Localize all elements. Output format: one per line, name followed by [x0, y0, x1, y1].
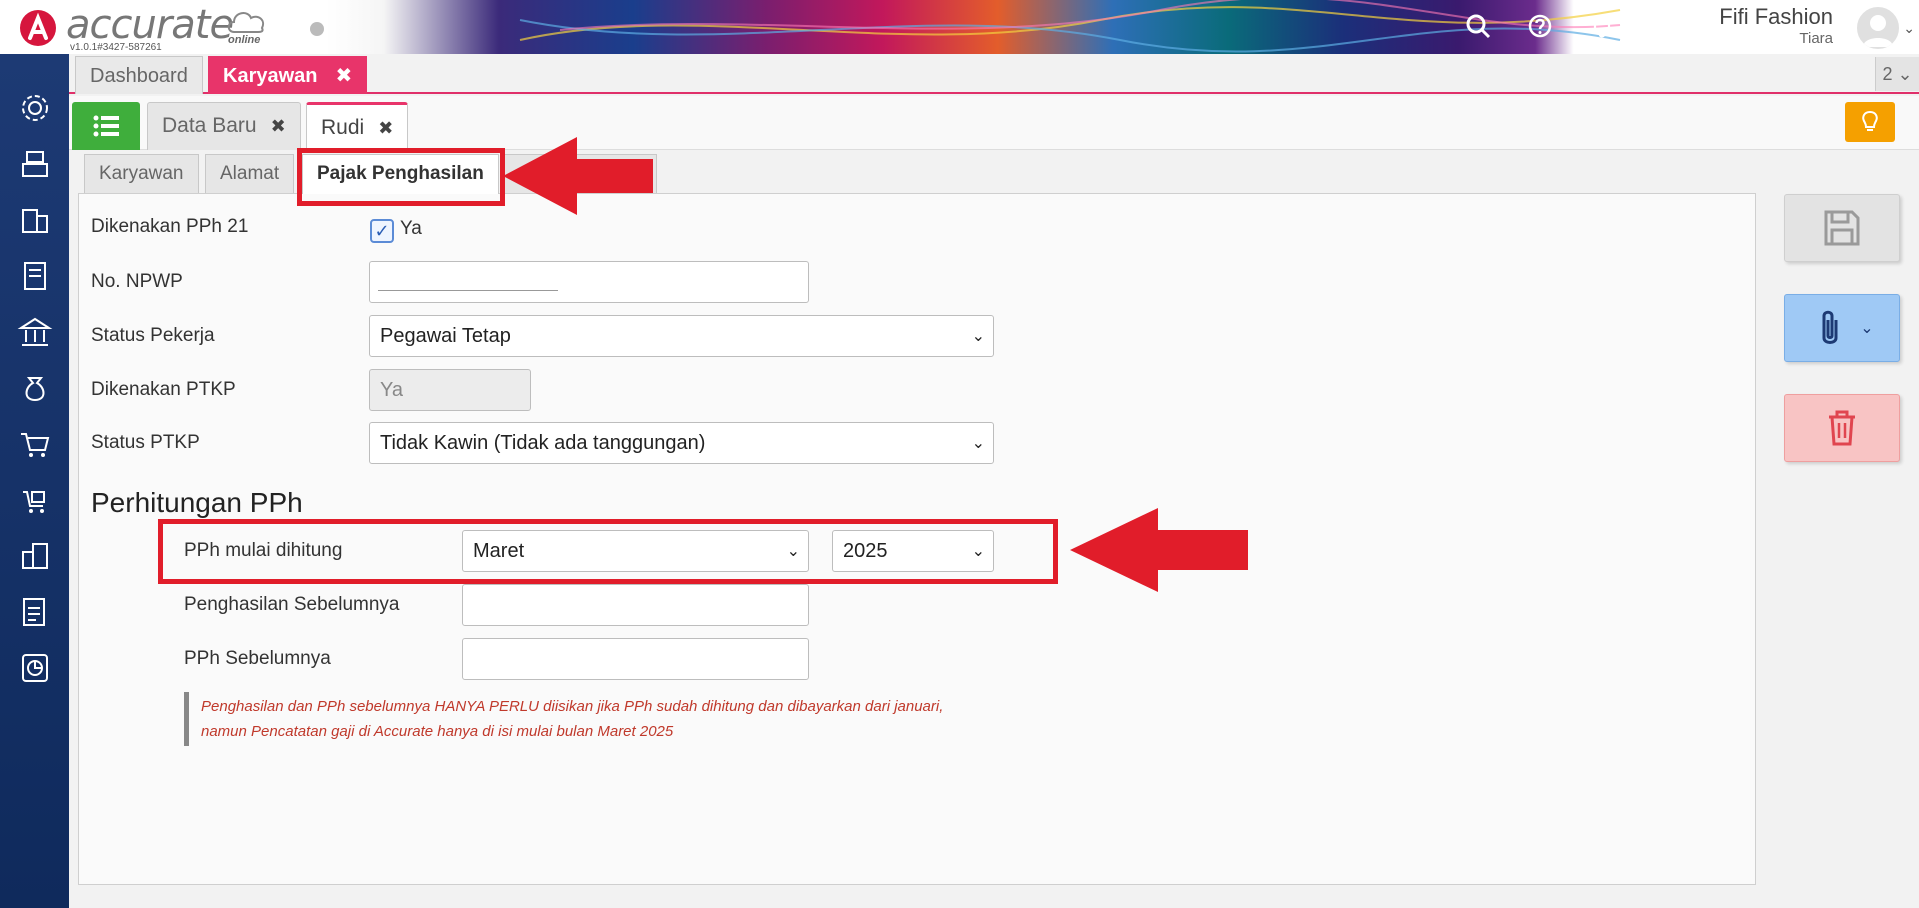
tab-dashboard[interactable]: Dashboard [75, 56, 203, 94]
user-name: Tiara [1799, 30, 1833, 47]
tab-karyawan-detail[interactable]: Karyawan [84, 154, 199, 194]
section-title-perhitungan: Perhitungan PPh [91, 487, 303, 518]
avatar[interactable] [1855, 5, 1901, 51]
company-name: Fifi Fashion [1719, 4, 1833, 29]
close-icon[interactable]: ✖ [336, 65, 353, 87]
delete-button[interactable] [1784, 394, 1900, 462]
app-version: v1.0.1#3427-587261 [70, 42, 162, 53]
open-tabs-counter[interactable]: 2 ⌄ [1875, 57, 1919, 91]
penghasilan-sebelumnya-input[interactable] [462, 584, 809, 626]
tab-karyawan[interactable]: Karyawan ✖ [208, 56, 368, 94]
bell-icon[interactable] [1588, 12, 1616, 40]
cloud-icon [227, 12, 264, 33]
status-ptkp-value: Tidak Kawin (Tidak ada tanggungan) [380, 432, 706, 454]
logo-mark-icon [20, 10, 56, 46]
status-dot [310, 22, 324, 36]
sub-tab-label: Alamat [220, 163, 280, 184]
list-view-button[interactable] [72, 102, 140, 150]
left-navigation-rail [0, 54, 69, 908]
document-tab-bar: Data Baru ✖ Rudi ✖ [69, 96, 1919, 150]
npwp-label: No. NPWP [91, 271, 183, 292]
cashier-icon[interactable] [17, 146, 53, 182]
close-icon[interactable]: ✖ [378, 118, 393, 138]
doc-tab-label: Rudi [321, 116, 365, 139]
doc-tab-rudi[interactable]: Rudi ✖ [306, 102, 409, 150]
tab-count: 2 [1882, 64, 1893, 84]
sub-tab-label: Pajak Penghasilan [317, 163, 484, 184]
paperclip-icon [1822, 310, 1838, 344]
sub-tab-label: Karyawan [99, 163, 184, 184]
status-ptkp-label: Status PTKP [91, 432, 200, 453]
accurate-logo[interactable]: accurate online v1.0.1#3427-587261 [18, 2, 324, 53]
settings-icon[interactable] [17, 90, 53, 126]
npwp-mask-line [378, 290, 558, 291]
trash-icon [1829, 410, 1855, 446]
pph-sebelumnya-input[interactable] [462, 638, 809, 680]
chevron-down-icon: ⌄ [971, 435, 985, 452]
chevron-down-icon[interactable]: ⌄ [1903, 20, 1915, 37]
purchase-cart-icon[interactable] [17, 482, 53, 518]
tips-button[interactable] [1845, 102, 1895, 142]
status-pekerja-label: Status Pekerja [91, 325, 215, 346]
list-icon [93, 115, 119, 137]
penghasilan-sebelumnya-label: Penghasilan Sebelumnya [184, 594, 400, 615]
company-info[interactable]: Fifi Fashion Tiara [1719, 4, 1833, 47]
ptkp-readonly-field: Ya [369, 369, 531, 411]
lightbulb-icon [1862, 110, 1878, 131]
status-pekerja-select[interactable]: Pegawai Tetap ⌄ [369, 315, 994, 357]
doc-tab-data-baru[interactable]: Data Baru ✖ [147, 102, 301, 150]
npwp-input[interactable] [369, 261, 809, 303]
info-note: Penghasilan dan PPh sebelumnya HANYA PER… [184, 692, 984, 746]
attachment-button[interactable]: ⌄ [1784, 294, 1900, 362]
help-icon[interactable] [1526, 12, 1554, 40]
tax-icon[interactable] [17, 594, 53, 630]
doc-tab-label: Data Baru [162, 114, 257, 137]
ptkp-value: Ya [380, 379, 403, 401]
pph21-checkbox-label: Ya [400, 218, 422, 239]
tab-label: Karyawan [223, 65, 318, 87]
save-button[interactable] [1784, 194, 1900, 262]
building-icon[interactable] [17, 202, 53, 238]
app-header: accurate online v1.0.1#3427-587261 Fifi … [0, 0, 1919, 54]
save-icon [1824, 210, 1860, 246]
chevron-down-icon: ⌄ [971, 328, 985, 345]
annotation-arrow-pajak-tab [503, 137, 653, 215]
tab-label: Dashboard [90, 65, 188, 87]
pph21-label: Dikenakan PPh 21 [91, 216, 249, 237]
pph21-checkbox[interactable]: ✓ [370, 219, 394, 243]
report-chart-icon[interactable] [17, 650, 53, 686]
ledger-icon[interactable] [17, 258, 53, 294]
bank-icon[interactable] [17, 314, 53, 350]
company-icon[interactable] [17, 538, 53, 574]
module-tab-bar: Dashboard Karyawan ✖ 2 ⌄ [69, 54, 1919, 94]
pph-sebelumnya-label: PPh Sebelumnya [184, 648, 331, 669]
header-wave-decoration [519, 0, 1621, 53]
search-icon[interactable] [1464, 12, 1492, 40]
status-pekerja-value: Pegawai Tetap [380, 325, 511, 347]
chevron-down-icon: ⌄ [1860, 320, 1874, 337]
annotation-arrow-pph-mulai [1070, 508, 1248, 592]
annotation-box-pph-mulai [158, 519, 1058, 584]
money-bag-icon[interactable] [17, 370, 53, 406]
close-icon[interactable]: ✖ [271, 116, 286, 136]
shopping-cart-icon[interactable] [17, 426, 53, 462]
status-ptkp-select[interactable]: Tidak Kawin (Tidak ada tanggungan) ⌄ [369, 422, 994, 464]
tab-pajak-penghasilan[interactable]: Pajak Penghasilan [302, 154, 499, 194]
ptkp-label: Dikenakan PTKP [91, 379, 236, 400]
tab-alamat[interactable]: Alamat [205, 154, 295, 194]
